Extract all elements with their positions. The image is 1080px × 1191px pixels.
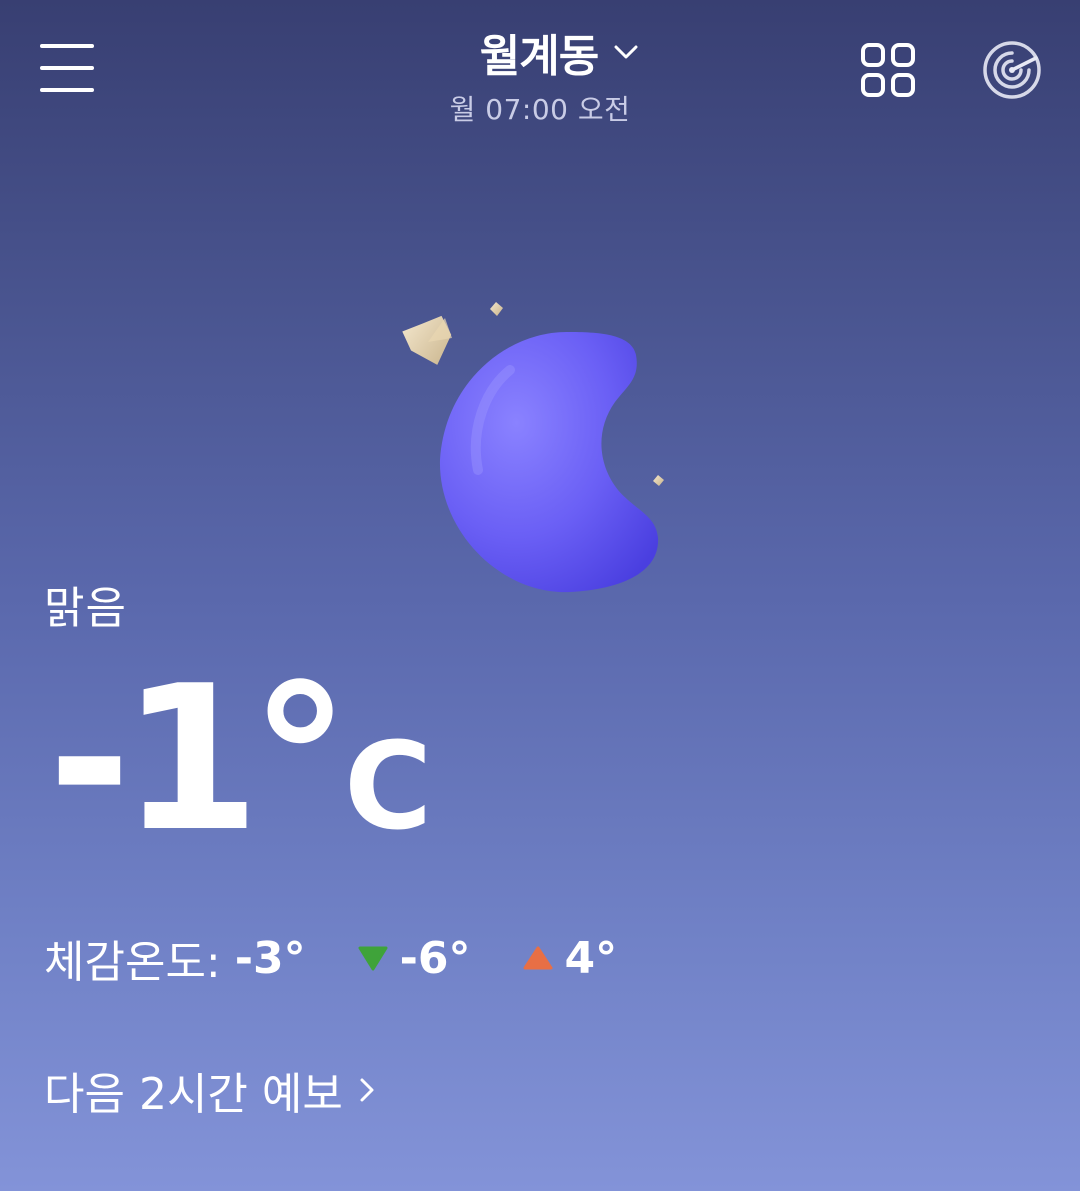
menu-line [40,88,94,92]
triangle-down-icon [358,946,388,971]
temperature-value: -1° [48,643,350,876]
low-temperature-value: -6° [399,932,471,984]
high-temperature: 4° [523,932,618,984]
two-hour-forecast-link[interactable]: 다음 2시간 예보 [44,1058,377,1122]
location-name[interactable]: 월계동 [480,20,599,84]
grid-apps-icon[interactable] [860,42,916,98]
current-temperature: -1° C [48,660,432,880]
chevron-right-icon[interactable] [357,1075,377,1105]
menu-button[interactable] [40,42,94,94]
location-selector[interactable]: 월계동 [440,20,640,84]
menu-line [40,44,94,48]
high-temperature-value: 4° [564,932,618,984]
radar-icon[interactable] [980,38,1044,102]
temperature-unit: C [344,718,433,857]
temperature-details: 체감온도: -3° -6° 4° [44,926,617,990]
feels-like-label: 체감온도: [44,937,221,988]
forecast-link-label[interactable]: 다음 2시간 예보 [44,1058,343,1122]
update-time: 월 07:00 오전 [449,93,631,126]
menu-line [40,66,94,70]
weather-condition: 맑음 [44,583,127,634]
location-header: 월계동 월 07:00 오전 [340,20,740,128]
triangle-up-icon [523,946,553,970]
weather-screen: 월계동 월 07:00 오전 맑음 -1° C 체감온도: -3° -6° 4°… [0,0,1080,1191]
crescent-moon-stars-icon [402,302,664,593]
feels-like-value: -3° [234,932,306,984]
chevron-down-icon[interactable] [612,38,640,66]
low-temperature: -6° [358,933,471,984]
